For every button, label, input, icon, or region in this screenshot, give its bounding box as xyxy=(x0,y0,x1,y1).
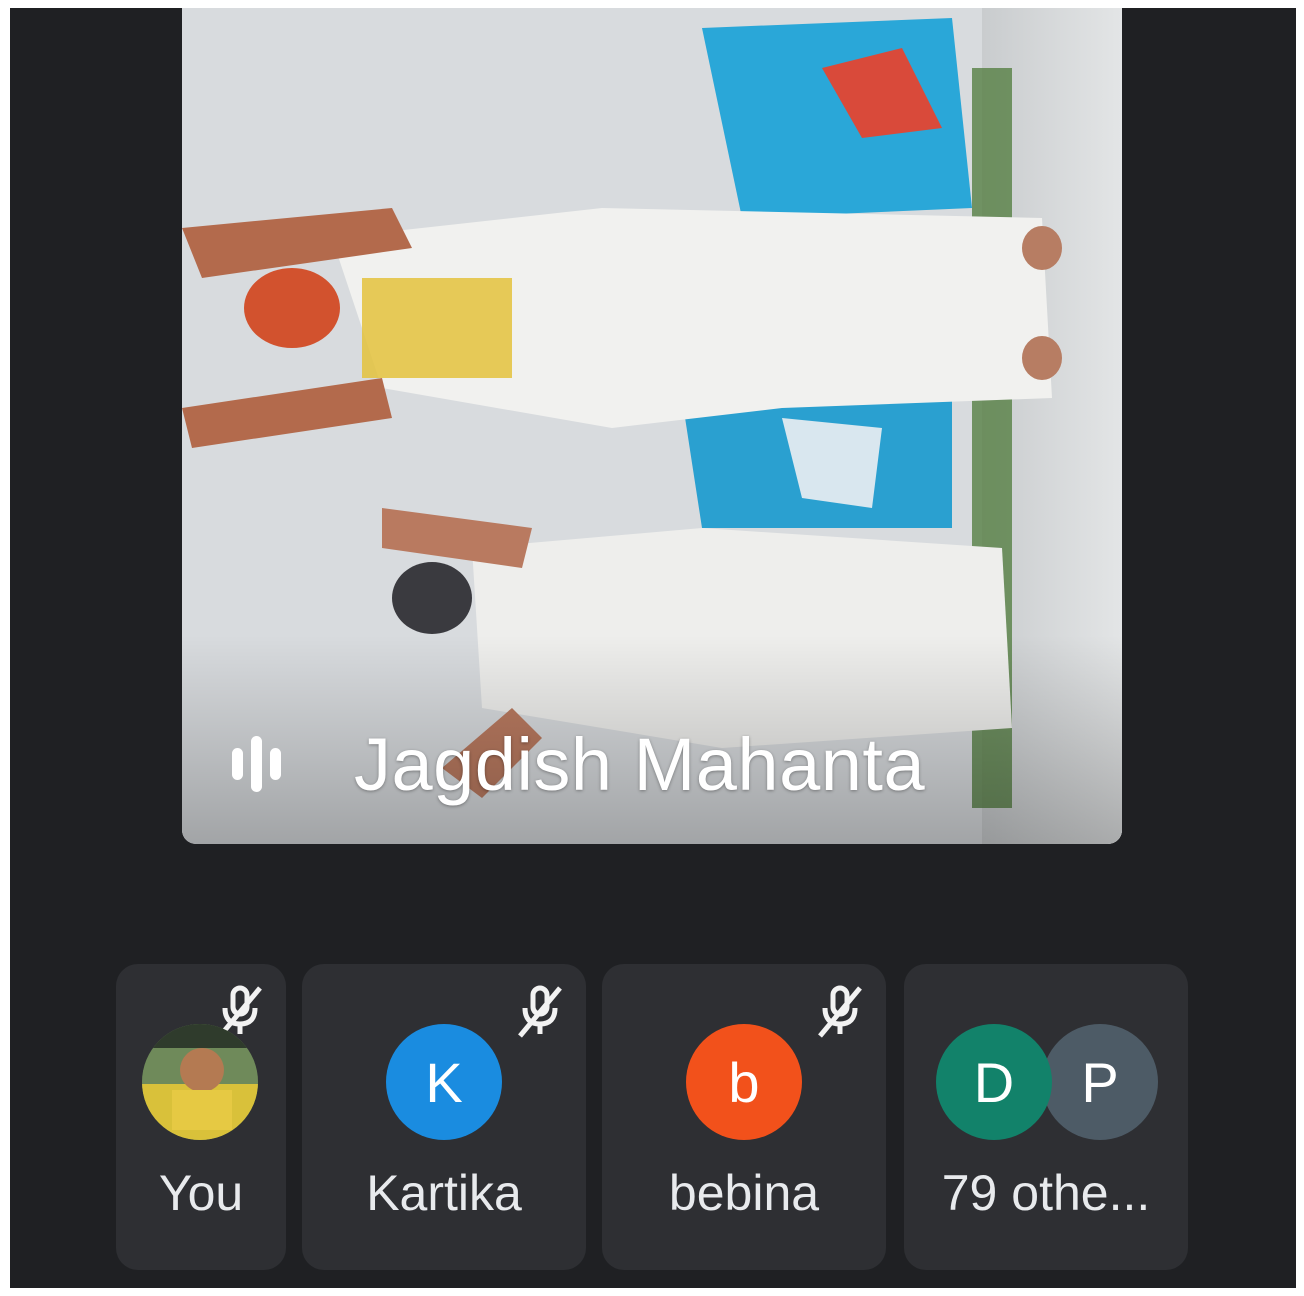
main-video-tile[interactable]: Jagdish Mahanta xyxy=(182,8,1122,844)
participant-strip: You K Kartika b bebina D P 79 othe... xyxy=(10,964,1296,1274)
participant-name: You xyxy=(158,1165,244,1221)
others-count-label: 79 othe... xyxy=(941,1165,1151,1221)
avatar-initial-p: P xyxy=(1042,1024,1158,1140)
participant-tile-kartika[interactable]: K Kartika xyxy=(302,964,586,1270)
avatar-initial: b xyxy=(686,1024,802,1140)
speaker-name: Jagdish Mahanta xyxy=(354,722,926,806)
participant-tile-others[interactable]: D P 79 othe... xyxy=(904,964,1188,1270)
audio-level-icon xyxy=(232,734,302,794)
meeting-screen: Jagdish Mahanta You K Kartika b bebina D… xyxy=(10,8,1296,1288)
participant-tile-you[interactable]: You xyxy=(116,964,286,1270)
participant-name: bebina xyxy=(668,1165,820,1221)
avatar-initial: K xyxy=(386,1024,502,1140)
user-photo-icon xyxy=(142,1024,258,1140)
mic-off-icon xyxy=(518,985,562,1038)
avatar-initial-d: D xyxy=(936,1024,1052,1140)
speaker-label: Jagdish Mahanta xyxy=(232,714,925,814)
avatar-photo xyxy=(142,1024,258,1140)
mic-off-icon xyxy=(818,985,862,1038)
participant-name: Kartika xyxy=(366,1165,522,1221)
participant-tile-bebina[interactable]: b bebina xyxy=(602,964,886,1270)
